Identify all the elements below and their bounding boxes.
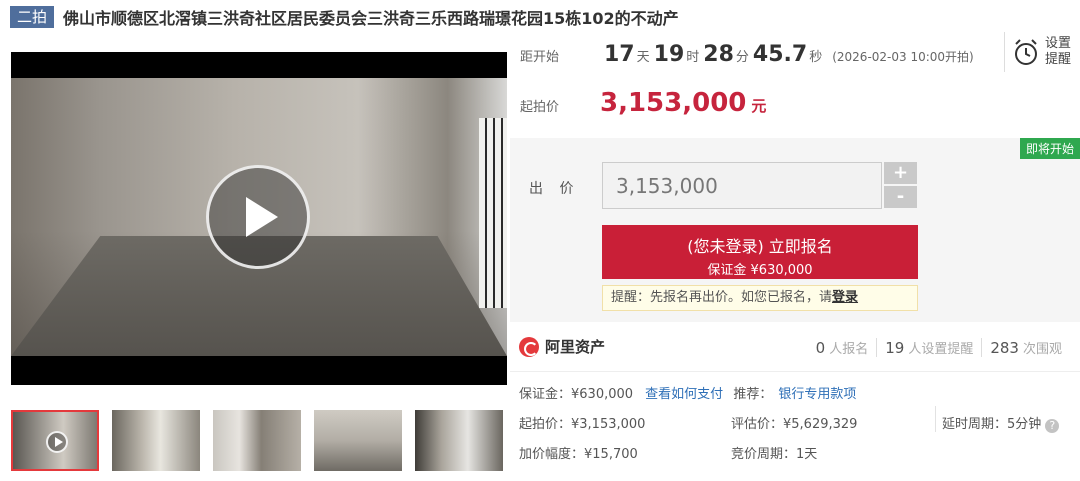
signup-tip: 提醒：先报名再出价。如您已报名，请登录 — [602, 285, 918, 311]
bid-period: 竞价周期：1天 — [731, 447, 818, 462]
alarm-clock-icon — [1015, 39, 1037, 65]
countdown-hours: 19 — [653, 42, 685, 67]
delay-period: 延时周期：5分钟? — [942, 413, 1060, 433]
countdown-days: 17 — [604, 42, 635, 67]
stat-views-label: 次围观 — [1022, 342, 1062, 357]
thumbnail-image — [415, 410, 503, 471]
signup-button-label: (您未登录) 立即报名 — [687, 237, 833, 256]
stat-signups-label: 人报名 — [829, 342, 869, 357]
ali-asset-logo-icon — [519, 336, 539, 357]
signup-deposit-label: 保证金 ¥630,000 — [707, 263, 813, 278]
countdown-minutes: 28 — [703, 42, 734, 67]
thumbnail-4[interactable] — [314, 410, 402, 471]
start-price: 起拍价 3,153,000 元 — [520, 88, 766, 118]
title-row: 二拍 佛山市顺德区北滘镇三洪奇社区居民委员会三洪奇三乐西路瑞璟花园15栋102的… — [10, 4, 679, 30]
page-title: 佛山市顺德区北滘镇三洪奇社区居民委员会三洪奇三乐西路瑞璟花园15栋102的不动产 — [63, 9, 679, 28]
start-price-label: 起拍价 — [520, 100, 560, 115]
thumbnail-2[interactable] — [112, 410, 200, 471]
auction-round-tag: 二拍 — [10, 6, 55, 28]
stat-reminders-count: 19 — [885, 339, 905, 357]
bid-amount-input[interactable] — [602, 162, 882, 209]
bank-payment-link[interactable]: 银行专用款项 — [778, 387, 856, 402]
divider — [935, 406, 936, 432]
stats: 0 人报名 19 人设置提醒 283 次围观 — [808, 338, 1070, 357]
start-price-detail: 起拍价：¥3,153,000 — [519, 417, 646, 432]
stat-reminders: 19 人设置提醒 — [876, 338, 981, 357]
divider — [510, 371, 1080, 372]
thumbnail-image — [213, 410, 301, 471]
signup-button[interactable]: (您未登录) 立即报名 保证金 ¥630,000 — [602, 225, 918, 279]
deposit-value: 保证金：¥630,000 — [519, 387, 634, 402]
stat-signups-count: 0 — [815, 339, 826, 357]
play-icon — [246, 197, 278, 237]
decrease-bid-button[interactable]: - — [884, 186, 917, 208]
countdown-days-unit: 天 — [636, 50, 650, 65]
countdown-seconds: 45.7 — [752, 42, 808, 67]
countdown-seconds-unit: 秒 — [809, 50, 823, 65]
start-price-value: 3,153,000 — [600, 88, 747, 118]
countdown-minutes-unit: 分 — [735, 50, 749, 65]
set-reminder-button[interactable]: 设置提醒 — [1004, 32, 1075, 72]
thumbnail-image — [314, 410, 402, 471]
thumbnail-strip — [11, 410, 516, 471]
video-window — [479, 118, 507, 308]
countdown-label: 距开始 — [520, 50, 560, 65]
set-reminder-label: 设置提醒 — [1045, 36, 1072, 67]
start-price-unit: 元 — [751, 97, 767, 115]
stat-signups: 0 人报名 — [808, 338, 877, 357]
thumbnail-video[interactable] — [11, 410, 99, 471]
stat-views: 283 次围观 — [981, 338, 1070, 357]
thumbnail-image — [112, 410, 200, 471]
countdown: 距开始 17 天 19 时 28 分 45.7 秒 (2026-02-03 10… — [520, 42, 1000, 67]
stat-views-count: 283 — [990, 339, 1019, 357]
bid-panel: 即将开始 出 价 + - (您未登录) 立即报名 保证金 ¥630,000 提醒… — [510, 138, 1080, 322]
status-badge: 即将开始 — [1019, 138, 1080, 159]
video-player[interactable] — [11, 52, 507, 385]
play-button[interactable] — [206, 165, 310, 269]
countdown-hours-unit: 时 — [686, 50, 700, 65]
how-to-pay-link[interactable]: 查看如何支付 — [645, 387, 723, 402]
thumbnail-5[interactable] — [415, 410, 503, 471]
deposit-row: 保证金：¥630,000 查看如何支付 推荐： 银行专用款项 — [519, 383, 856, 402]
bid-label: 出 价 — [529, 181, 580, 197]
help-icon[interactable]: ? — [1045, 419, 1060, 433]
delay-period-text: 延时周期：5分钟 — [942, 417, 1042, 432]
thumbnail-3[interactable] — [213, 410, 301, 471]
brand: 阿里资产 — [519, 336, 605, 357]
increase-bid-button[interactable]: + — [884, 162, 917, 184]
stat-reminders-label: 人设置提醒 — [908, 342, 974, 357]
countdown-start-time: (2026-02-03 10:00开拍) — [832, 50, 974, 64]
signup-tip-text: 提醒：先报名再出价。如您已报名，请 — [611, 290, 833, 305]
login-link[interactable]: 登录 — [832, 290, 858, 305]
play-icon — [46, 431, 68, 453]
recommend-label: 推荐： — [733, 387, 773, 402]
assessed-price: 评估价：¥5,629,329 — [731, 417, 858, 432]
increment: 加价幅度：¥15,700 — [519, 447, 638, 462]
brand-name: 阿里资产 — [545, 338, 606, 356]
